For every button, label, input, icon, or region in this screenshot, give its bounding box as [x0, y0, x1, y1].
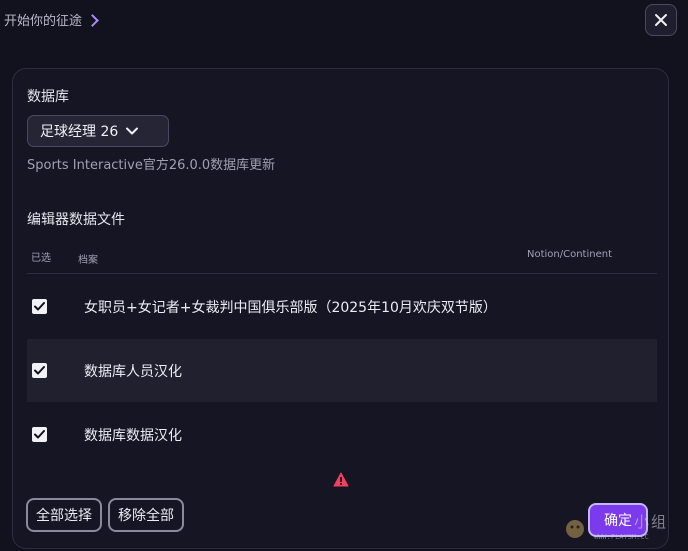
close-button[interactable]: [645, 4, 677, 36]
file-row-label: 数据库人员汉化: [84, 363, 182, 380]
checkmark-icon: [34, 302, 45, 311]
column-header-nation[interactable]: Notion/Continent: [527, 249, 612, 260]
editor-section-label: 编辑器数据文件: [27, 212, 125, 228]
column-header-selected[interactable]: 已选: [31, 249, 51, 264]
row-checkbox[interactable]: [32, 299, 47, 314]
confirm-button[interactable]: 确定: [588, 503, 648, 537]
file-row[interactable]: 女职员+女记者+女裁判中国俱乐部版（2025年10月欢庆双节版）: [27, 275, 657, 338]
database-section-label: 数据库: [27, 89, 69, 105]
warning-icon: [333, 472, 349, 487]
checkmark-icon: [34, 366, 45, 375]
file-row[interactable]: 数据库人员汉化: [27, 339, 657, 402]
file-row[interactable]: 数据库数据汉化: [27, 403, 657, 466]
file-row-label: 女职员+女记者+女裁判中国俱乐部版（2025年10月欢庆双节版）: [84, 299, 497, 316]
database-select[interactable]: 足球经理 26: [27, 115, 169, 147]
select-all-button[interactable]: 全部选择: [26, 498, 102, 532]
database-panel: 数据库 足球经理 26 Sports Interactive官方26.0.0数据…: [12, 68, 669, 549]
remove-all-button[interactable]: 移除全部: [108, 498, 184, 532]
page-title: 开始你的征途: [4, 14, 83, 29]
row-checkbox[interactable]: [32, 363, 47, 378]
file-row-label: 数据库数据汉化: [84, 427, 182, 444]
database-select-value: 足球经理 26: [40, 124, 119, 140]
breadcrumb-title[interactable]: 开始你的征途: [4, 10, 99, 29]
close-icon: [655, 14, 667, 26]
chevron-down-icon: [126, 127, 139, 135]
checkmark-icon: [34, 430, 45, 439]
database-description: Sports Interactive官方26.0.0数据库更新: [27, 158, 276, 173]
row-checkbox[interactable]: [32, 427, 47, 442]
table-header: 已选 档案 Notion/Continent: [27, 241, 657, 274]
column-header-file[interactable]: 档案: [78, 251, 98, 266]
chevron-right-icon: [86, 13, 99, 27]
